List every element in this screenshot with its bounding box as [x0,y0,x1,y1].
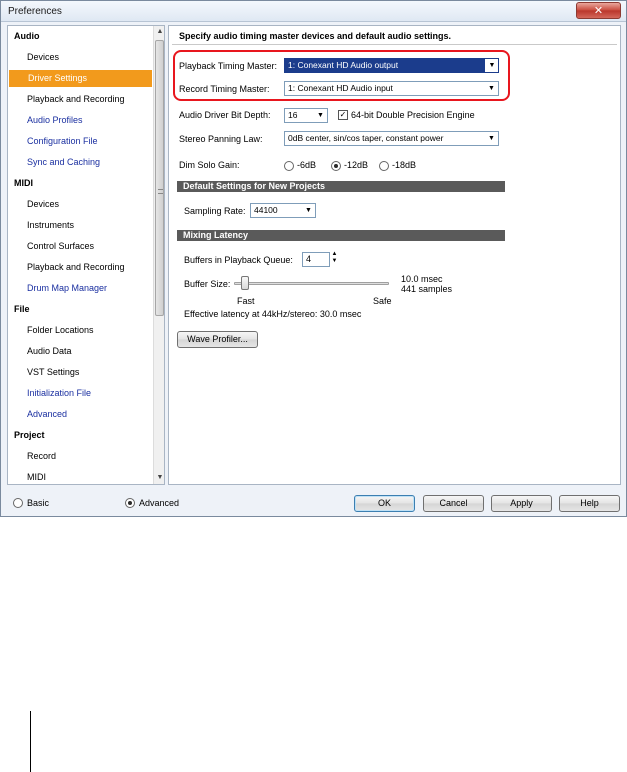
tree-item[interactable]: Sync and Caching [8,154,153,171]
tree-category[interactable]: MIDI [8,175,153,192]
chevron-down-icon[interactable]: ▼ [302,204,315,217]
tree-item[interactable]: Control Surfaces [8,238,153,255]
double-precision-checkbox[interactable]: ✓ [338,110,348,120]
cancel-button[interactable]: Cancel [423,495,484,512]
bit-depth-value: 16 [288,110,298,120]
dim-solo-6db-radio[interactable] [284,161,294,171]
bit-depth-select[interactable]: 16 ▼ [284,108,328,123]
tree-item[interactable]: Playback and Recording [8,91,153,108]
basic-mode-label: Basic [27,498,50,508]
record-master-label: Record Timing Master: [179,84,270,94]
preferences-tree: Audio Devices Driver Settings Playback and … [7,25,165,485]
slider-fast-label: Fast [237,296,255,306]
panning-law-select[interactable]: 0dB center, sin/cos taper, constant powe… [284,131,499,146]
panning-law-value: 0dB center, sin/cos taper, constant powe… [288,133,444,143]
tree-category[interactable]: Project [8,427,153,444]
tree-item[interactable]: Driver Settings [9,70,152,87]
ok-button[interactable]: OK [354,495,415,512]
playback-master-select[interactable]: 1: Conexant HD Audio output ▼ [284,58,499,73]
scroll-down-arrow-icon[interactable]: ▼ [154,472,164,484]
window-title: Preferences [8,6,62,17]
tree-item[interactable]: MIDI [8,469,153,484]
scroll-thumb[interactable] [155,40,164,316]
latency-section-header: Mixing Latency [177,230,505,241]
close-button[interactable]: ✕ [576,2,621,19]
advanced-mode-radio[interactable] [125,498,135,508]
apply-button[interactable]: Apply [491,495,552,512]
double-precision-label: 64-bit Double Precision Engine [351,110,475,120]
buffer-size-label: Buffer Size: [184,279,231,289]
record-master-select[interactable]: 1: Conexant HD Audio input ▼ [284,81,499,96]
tree-item[interactable]: Audio Profiles [8,112,153,129]
tree-item[interactable]: Configuration File [8,133,153,150]
panning-law-label: Stereo Panning Law: [179,134,263,144]
dim-solo-12db-radio[interactable] [331,161,341,171]
chevron-down-icon[interactable]: ▼ [314,109,327,122]
tree-item[interactable]: Initialization File [8,385,153,402]
help-button[interactable]: Help [559,495,620,512]
buffer-size-slider-track[interactable] [234,282,389,285]
tree-category[interactable]: File [8,301,153,318]
bit-depth-label: Audio Driver Bit Depth: [179,110,271,120]
slider-safe-label: Safe [373,296,392,306]
tree-item[interactable]: Playback and Recording [8,259,153,276]
tree-category[interactable]: Audio [8,28,153,45]
settings-panel: Specify audio timing master devices and … [168,25,621,485]
title-bar: Preferences ✕ [1,1,626,22]
tree-item[interactable]: Drum Map Manager [8,280,153,297]
tree-item[interactable]: VST Settings [8,364,153,381]
playback-master-label: Playback Timing Master: [179,61,278,71]
playback-master-value: 1: Conexant HD Audio output [288,60,399,70]
buffers-stepper[interactable]: ▲ ▼ [331,251,338,266]
record-master-value: 1: Conexant HD Audio input [288,83,393,93]
dim-solo-18db-label: -18dB [392,160,417,170]
dim-solo-12db-label: -12dB [344,160,369,170]
header-divider [172,44,617,45]
buffers-input[interactable]: 4 [302,252,330,267]
tree-item[interactable]: Devices [8,49,153,66]
buffer-size-samples: 441 samples [401,284,453,294]
chevron-down-icon[interactable]: ▼ [485,132,498,145]
defaults-section-header: Default Settings for New Projects [177,181,505,192]
chevron-down-icon[interactable]: ▼ [485,59,498,72]
wave-profiler-button[interactable]: Wave Profiler... [177,331,258,348]
dim-solo-6db-label: -6dB [297,160,317,170]
scroll-up-arrow-icon[interactable]: ▲ [154,26,164,38]
buffer-size-slider-thumb[interactable] [241,276,250,290]
panel-header: Specify audio timing master devices and … [179,31,452,41]
sampling-rate-value: 44100 [254,205,278,215]
chevron-down-icon[interactable]: ▼ [485,82,498,95]
advanced-mode-label: Advanced [139,498,180,508]
sampling-rate-select[interactable]: 44100 ▼ [250,203,316,218]
tree-item[interactable]: Advanced [8,406,153,423]
tree-item[interactable]: Devices [8,196,153,213]
tree-item[interactable]: Instruments [8,217,153,234]
buffer-size-msec: 10.0 msec [401,274,443,284]
basic-mode-radio[interactable] [13,498,23,508]
tree-scrollbar[interactable]: ▲ ▼ [153,26,164,484]
dim-solo-label: Dim Solo Gain: [179,160,240,170]
tree-item[interactable]: Audio Data [8,343,153,360]
margin-rule [30,711,31,772]
tree-item[interactable]: Folder Locations [8,322,153,339]
tree-item[interactable]: Record [8,448,153,465]
buffers-label: Buffers in Playback Queue: [184,255,293,265]
sampling-rate-label: Sampling Rate: [184,206,246,216]
dim-solo-18db-radio[interactable] [379,161,389,171]
preferences-dialog: Preferences ✕ Audio Devices Driver Setting… [0,0,627,517]
effective-latency: Effective latency at 44kHz/stereo: 30.0 … [184,309,362,319]
